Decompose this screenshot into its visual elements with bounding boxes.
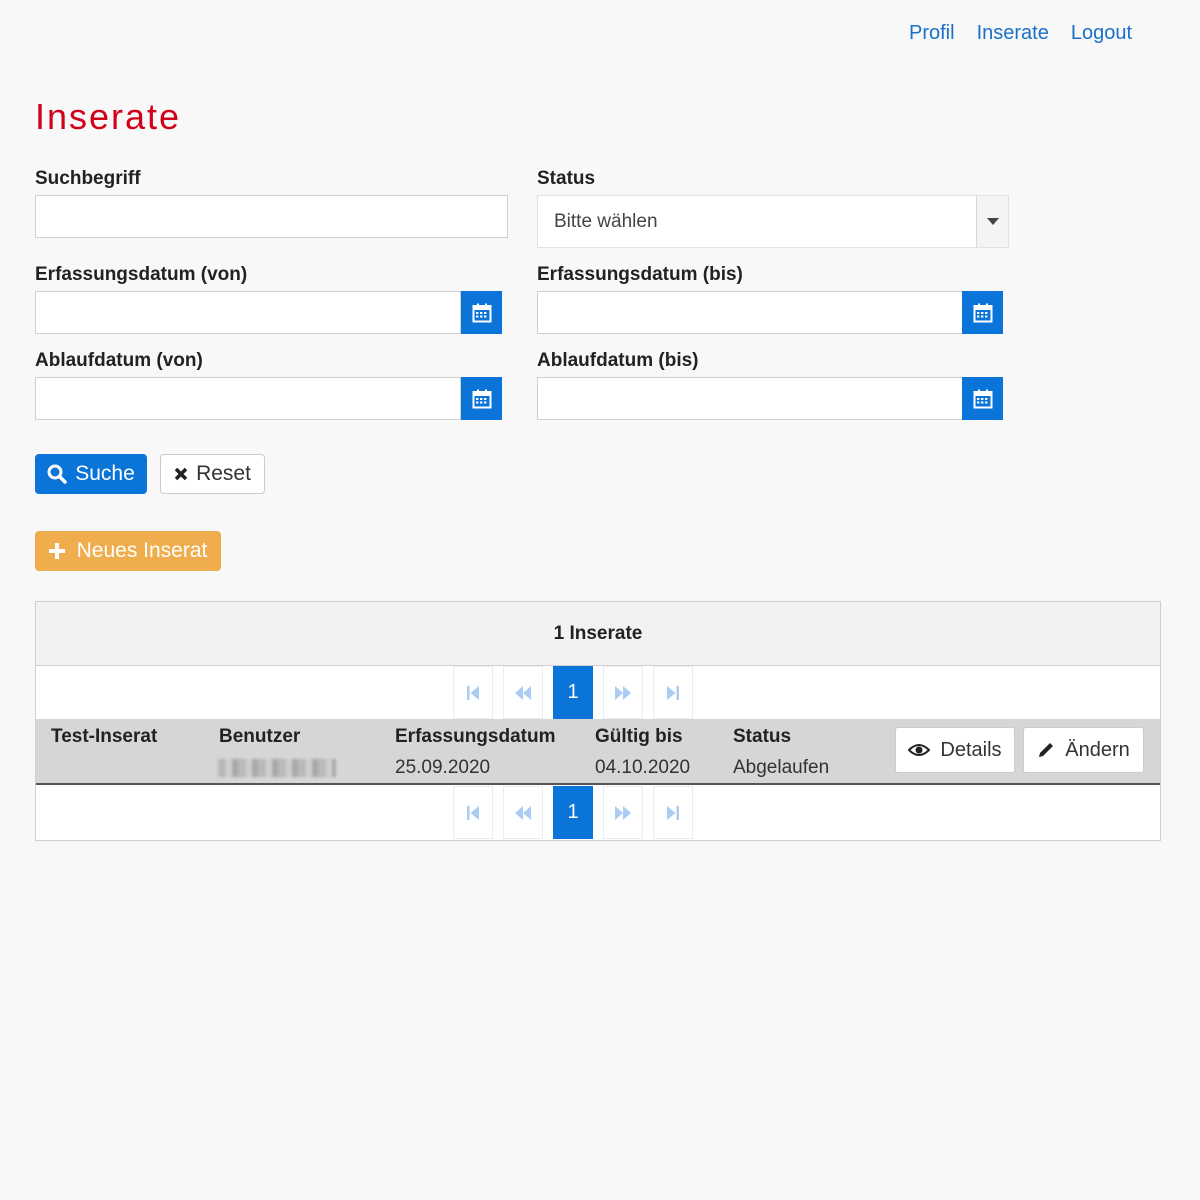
first-page-icon	[467, 805, 479, 820]
col-erfassungsdatum: Erfassungsdatum	[395, 726, 556, 747]
pagination-top: 1	[453, 666, 693, 719]
erfassung-von-input[interactable]	[35, 291, 461, 334]
search-button-label: Suche	[75, 462, 135, 485]
last-page-icon	[667, 685, 679, 700]
reset-button-label: Reset	[196, 462, 251, 485]
page-number-button[interactable]: 1	[553, 666, 593, 719]
col-status: Status	[733, 726, 792, 747]
ablauf-bis-calendar-button[interactable]	[962, 377, 1003, 420]
calendar-icon	[472, 303, 491, 322]
last-page-icon	[667, 805, 679, 820]
plus-icon	[48, 543, 65, 559]
results-count: 1 Inserate	[36, 602, 1160, 666]
top-nav: Profil Inserate Logout	[909, 22, 1132, 45]
erfassung-bis-input[interactable]	[537, 291, 963, 334]
pagination-bottom: 1	[453, 786, 693, 839]
fast-forward-icon	[615, 805, 631, 820]
ablauf-von-input[interactable]	[35, 377, 461, 420]
calendar-icon	[973, 389, 992, 408]
erfassung-bis-calendar-button[interactable]	[962, 291, 1003, 334]
search-button[interactable]: Suche	[35, 454, 147, 494]
erfassung-von-label: Erfassungsdatum (von)	[35, 264, 248, 285]
nav-inserate-link[interactable]: Inserate	[977, 22, 1049, 45]
first-page-icon	[467, 685, 479, 700]
pencil-icon	[1039, 743, 1054, 757]
first-page-button[interactable]	[453, 786, 493, 839]
new-inserat-button-label: Neues Inserat	[76, 539, 208, 562]
rewind-icon	[515, 685, 531, 700]
suchbegriff-label: Suchbegriff	[35, 168, 141, 189]
suchbegriff-input[interactable]	[35, 195, 508, 238]
ablauf-von-calendar-button[interactable]	[461, 377, 502, 420]
gueltig-bis-value: 04.10.2020	[595, 757, 691, 778]
chevron-down-icon[interactable]	[976, 196, 1008, 247]
page-number-button[interactable]: 1	[553, 786, 593, 839]
erfassung-von-calendar-button[interactable]	[461, 291, 502, 334]
table-row: Test-Inserat Benutzer Erfassungsdatum Gü…	[36, 719, 1160, 785]
first-page-button[interactable]	[453, 666, 493, 719]
fast-forward-icon	[615, 685, 631, 700]
ablauf-bis-input[interactable]	[537, 377, 963, 420]
redacted-user-name	[218, 759, 336, 777]
status-select[interactable]: Bitte wählen	[537, 195, 1009, 248]
page-title: Inserate	[35, 96, 182, 137]
status-value: Abgelaufen	[733, 757, 830, 778]
col-gueltig-bis: Gültig bis	[595, 726, 683, 747]
erfassung-bis-label: Erfassungsdatum (bis)	[537, 264, 743, 285]
results-panel: 1 Inserate 1 Test-Inserat Benutzer Erfas…	[35, 601, 1161, 841]
details-button[interactable]: Details	[895, 727, 1015, 773]
erfassungsdatum-value: 25.09.2020	[395, 757, 491, 778]
last-page-button[interactable]	[653, 786, 693, 839]
details-button-label: Details	[940, 738, 1002, 761]
prev-page-button[interactable]	[503, 786, 543, 839]
search-icon	[47, 464, 67, 484]
last-page-button[interactable]	[653, 666, 693, 719]
col-title: Test-Inserat	[51, 726, 158, 747]
col-benutzer: Benutzer	[219, 726, 301, 747]
close-icon	[174, 467, 188, 481]
edit-button-label: Ändern	[1065, 738, 1130, 761]
nav-profil-link[interactable]: Profil	[909, 22, 955, 45]
eye-icon	[908, 744, 931, 756]
status-select-value: Bitte wählen	[554, 210, 658, 232]
rewind-icon	[515, 805, 531, 820]
calendar-icon	[973, 303, 992, 322]
nav-logout-link[interactable]: Logout	[1071, 22, 1132, 45]
edit-button[interactable]: Ändern	[1023, 727, 1144, 773]
status-label: Status	[537, 168, 596, 189]
prev-page-button[interactable]	[503, 666, 543, 719]
ablauf-bis-label: Ablaufdatum (bis)	[537, 350, 699, 371]
new-inserat-button[interactable]: Neues Inserat	[35, 531, 221, 571]
next-page-button[interactable]	[603, 666, 643, 719]
next-page-button[interactable]	[603, 786, 643, 839]
reset-button[interactable]: Reset	[160, 454, 265, 494]
calendar-icon	[472, 389, 491, 408]
ablauf-von-label: Ablaufdatum (von)	[35, 350, 203, 371]
